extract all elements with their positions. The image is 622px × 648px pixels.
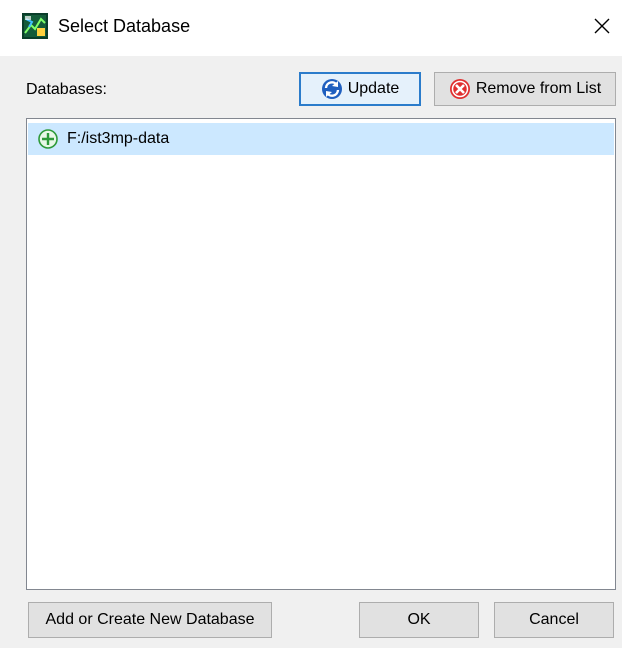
close-button[interactable]	[588, 12, 616, 40]
ok-button[interactable]: OK	[359, 602, 479, 638]
databases-label: Databases:	[26, 81, 107, 98]
ok-button-label: OK	[407, 611, 431, 628]
dialog-body: Databases: Update Remove from List F:/is…	[0, 56, 622, 648]
cancel-button[interactable]: Cancel	[494, 602, 614, 638]
database-app-icon	[22, 13, 48, 39]
title-bar: Select Database	[0, 0, 622, 56]
update-button-label: Update	[347, 80, 400, 97]
add-or-create-database-label: Add or Create New Database	[45, 611, 255, 628]
update-button[interactable]: Update	[299, 72, 421, 106]
remove-from-list-label: Remove from List	[475, 80, 602, 97]
database-path-label: F:/ist3mp-data	[67, 130, 170, 147]
cancel-button-label: Cancel	[529, 611, 579, 628]
databases-list[interactable]: F:/ist3mp-data	[26, 118, 616, 590]
close-icon	[594, 18, 610, 34]
remove-icon	[449, 78, 471, 100]
select-database-dialog: Select Database Databases: Update Remove…	[0, 0, 622, 648]
list-item[interactable]: F:/ist3mp-data	[28, 123, 614, 155]
remove-from-list-button[interactable]: Remove from List	[434, 72, 616, 106]
add-or-create-database-button[interactable]: Add or Create New Database	[28, 602, 272, 638]
refresh-icon	[321, 78, 343, 100]
add-circle-icon	[38, 129, 58, 149]
dialog-title: Select Database	[58, 16, 191, 36]
